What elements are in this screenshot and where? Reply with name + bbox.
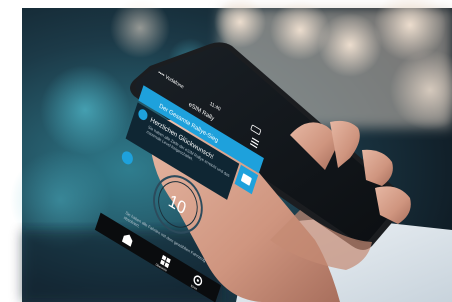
- phone-screen: •••• Vodafone 11:40 eSIM Rally Der Gesam…: [94, 70, 264, 302]
- status-carrier: •••• Vodafone: [157, 70, 184, 91]
- menu-icon[interactable]: [249, 137, 260, 149]
- counter-dot: [121, 151, 133, 165]
- battery-icon: [250, 124, 262, 135]
- counter-value: 10: [166, 191, 188, 219]
- status-time: 11:40: [209, 101, 222, 113]
